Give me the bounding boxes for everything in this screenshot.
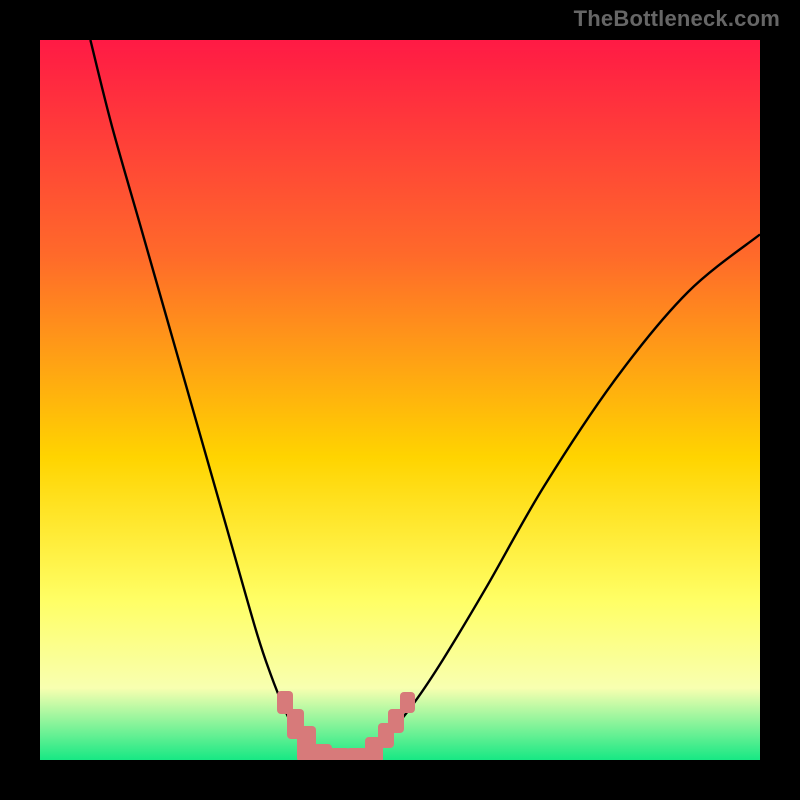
plot-area [40,40,760,760]
right-branch-curve [357,234,760,760]
watermark-text: TheBottleneck.com [574,6,780,32]
data-marker [400,692,415,714]
data-marker [346,748,368,760]
chart-frame: TheBottleneck.com [0,0,800,800]
left-branch-curve [90,40,328,760]
curve-layer [40,40,760,760]
